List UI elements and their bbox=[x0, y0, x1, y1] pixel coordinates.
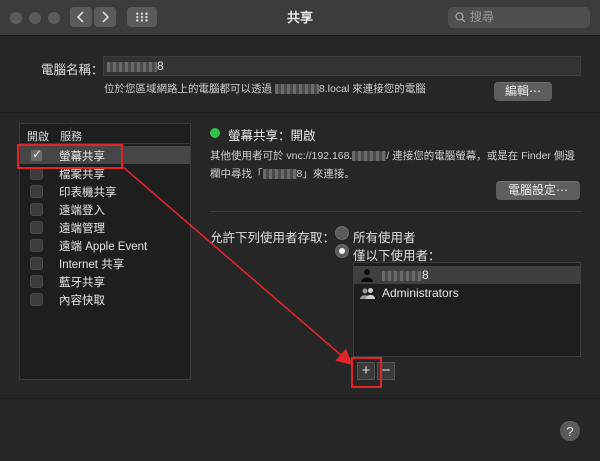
annotation-arrow bbox=[122, 166, 353, 366]
